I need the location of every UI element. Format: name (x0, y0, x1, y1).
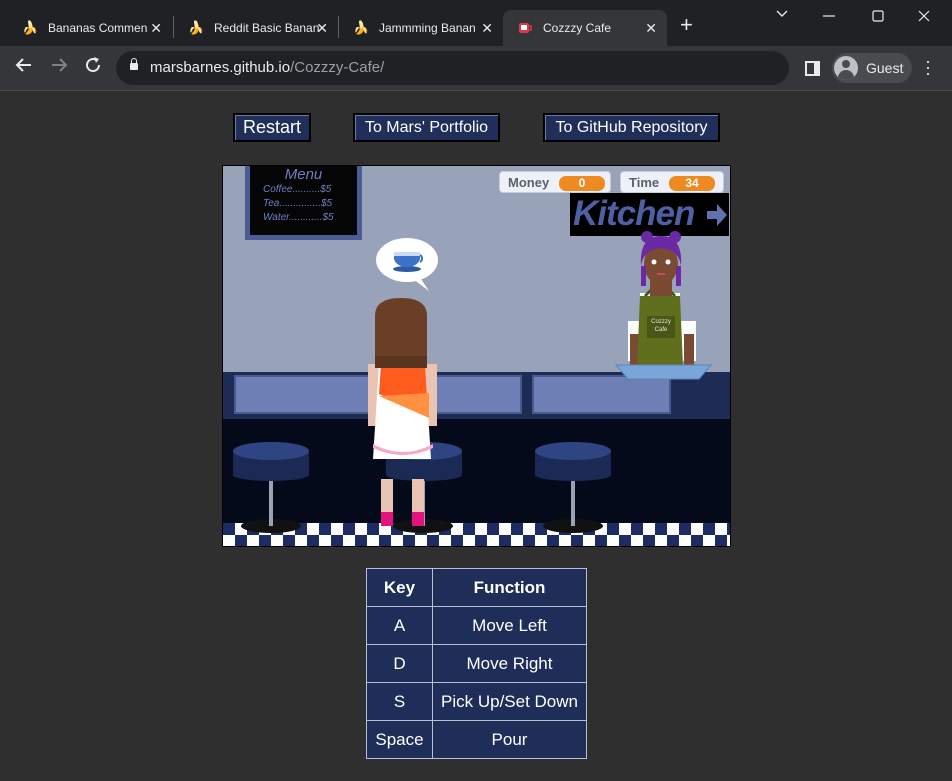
menu-item: Coffee..........$5 (263, 184, 332, 195)
apron-text: Cozzzy (651, 319, 671, 325)
function-cell: Move Right (432, 644, 587, 683)
browser-tab[interactable]: 🍌 Jammming Banan ✕ (339, 10, 503, 46)
time-value: 34 (669, 176, 715, 191)
avatar (834, 56, 858, 80)
address-bar[interactable]: marsbarnes.github.io/Cozzzy-Cafe/ (116, 51, 789, 85)
counter-panel (532, 375, 671, 414)
serving-tray (614, 364, 713, 380)
menu-item: Tea...............$5 (263, 198, 333, 209)
table-header-row: Key Function (366, 568, 587, 607)
profile-label: Guest (866, 60, 904, 76)
url-domain: marsbarnes.github.io (150, 59, 291, 76)
apron-logo: Cozzzy Cafe (647, 318, 675, 334)
column-header-function: Function (432, 568, 587, 607)
table-row: S Pick Up/Set Down (366, 682, 587, 721)
column-header-key: Key (366, 568, 433, 607)
lock-icon (130, 58, 138, 70)
banana-icon: 🍌 (353, 20, 370, 35)
key-cell: D (366, 644, 433, 683)
menu-title: Menu (284, 166, 323, 183)
browser-tab[interactable]: 🍌 Reddit Basic Banan ✕ (174, 10, 338, 46)
close-icon[interactable]: ✕ (481, 20, 493, 37)
function-cell: Move Left (432, 606, 587, 645)
browser-toolbar: marsbarnes.github.io/Cozzzy-Cafe/ Guest … (0, 46, 952, 91)
counter-panel (234, 375, 373, 414)
key-cell: Space (366, 720, 433, 759)
table-row: A Move Left (366, 606, 587, 645)
close-icon[interactable]: ✕ (645, 20, 657, 37)
tab-title: Reddit Basic Banan (214, 21, 320, 35)
kitchen-sign-text: Kitchen (573, 194, 695, 233)
back-icon[interactable] (15, 56, 33, 79)
apron-text: Cafe (654, 327, 668, 333)
time-display: Time 34 (620, 171, 724, 193)
tab-title: Bananas Commen (48, 21, 148, 35)
restart-button[interactable]: Restart (233, 113, 311, 142)
url-path: /Cozzzy-Cafe/ (290, 59, 385, 76)
reload-icon[interactable] (84, 56, 102, 79)
function-cell: Pour (432, 720, 587, 759)
menu-board-text: Menu Coffee..........$5 Tea.............… (250, 166, 357, 235)
side-panel-icon[interactable] (805, 61, 820, 76)
time-label: Time (629, 175, 660, 190)
controls-table: Key Function A Move Left D Move Right S … (366, 568, 587, 759)
table-row: D Move Right (366, 644, 587, 683)
browser-tab-active[interactable]: Cozzzy Cafe ✕ (503, 10, 667, 46)
key-cell: A (366, 606, 433, 645)
github-button[interactable]: To GitHub Repository (543, 113, 720, 142)
close-icon[interactable]: ✕ (150, 20, 162, 37)
coffee-cup-icon (393, 252, 424, 272)
function-cell: Pick Up/Set Down (432, 682, 587, 721)
tab-title: Jammming Banan (379, 21, 476, 35)
menu-item: Water............$5 (263, 212, 334, 223)
banana-icon: 🍌 (188, 20, 205, 35)
banana-icon: 🍌 (22, 20, 39, 35)
maximize-icon[interactable] (872, 9, 884, 25)
tab-search-icon[interactable] (775, 6, 789, 23)
portfolio-button[interactable]: To Mars' Portfolio (353, 113, 500, 142)
browser-tab[interactable]: 🍌 Bananas Commen ✕ (8, 10, 172, 46)
table-row: Space Pour (366, 720, 587, 759)
money-label: Money (508, 175, 550, 190)
coffee-cup-icon (517, 20, 533, 36)
menu-icon[interactable]: · · · (925, 52, 931, 82)
close-icon[interactable]: ✕ (316, 20, 328, 37)
forward-icon[interactable] (50, 56, 68, 79)
money-value: 0 (559, 176, 605, 191)
new-tab-icon[interactable]: + (680, 14, 693, 36)
minimize-icon[interactable] (822, 4, 836, 27)
window-close-icon[interactable] (918, 9, 930, 25)
tab-title: Cozzzy Cafe (543, 21, 612, 35)
key-cell: S (366, 682, 433, 721)
game-canvas[interactable]: Menu Coffee..........$5 Tea.............… (222, 165, 731, 547)
browser-tab-strip: 🍌 Bananas Commen ✕ 🍌 Reddit Basic Banan … (0, 0, 952, 46)
profile-button[interactable]: Guest (832, 53, 912, 83)
money-display: Money 0 (499, 171, 611, 193)
